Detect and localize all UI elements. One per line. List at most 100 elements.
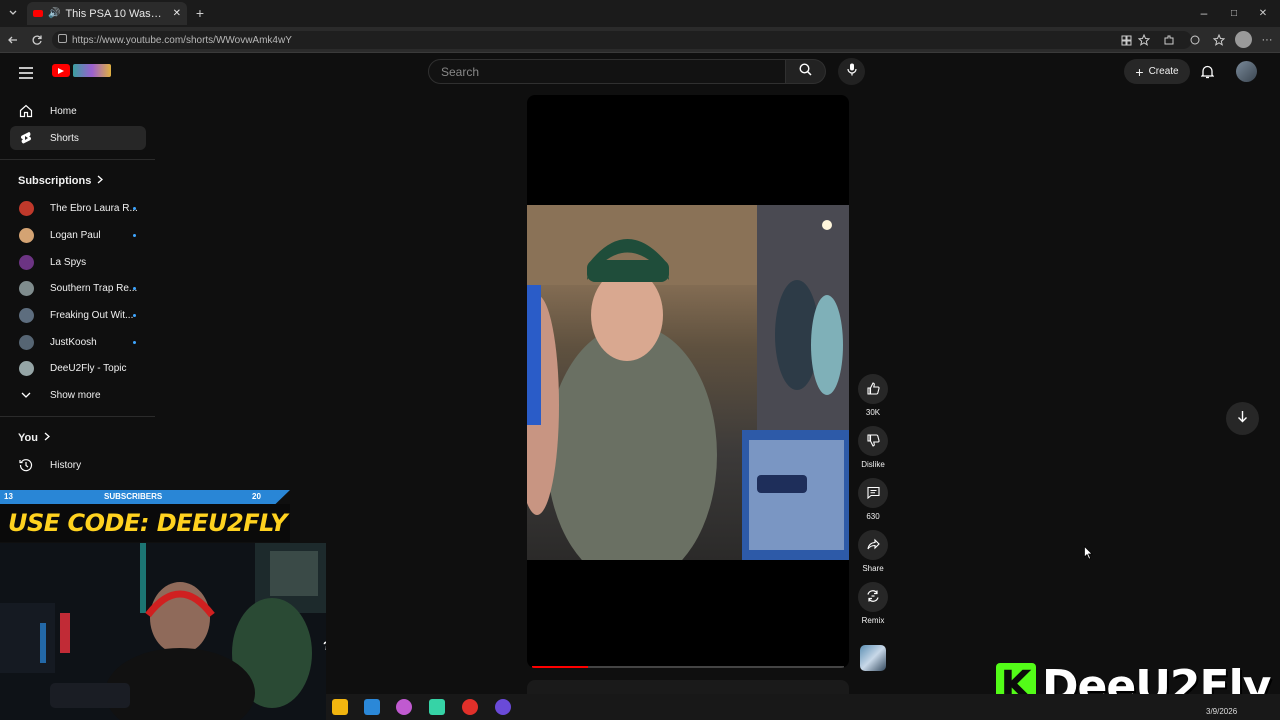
profile-avatar[interactable] — [1235, 31, 1252, 48]
browser-address-bar: https://www.youtube.com/shorts/WWovwAmk4… — [0, 27, 1280, 53]
sidebar-sub-deeu2fly-topic[interactable]: DeeU2Fly - Topic — [10, 356, 146, 380]
subscriber-count-start: 13 — [4, 492, 13, 501]
sidebar-sub-la-spys[interactable]: La Spys — [10, 250, 146, 274]
app-available-icon[interactable] — [1118, 32, 1134, 48]
comments-button[interactable]: 630 — [857, 478, 889, 521]
video-progress-fill — [532, 666, 589, 668]
subscriptions-title: Subscriptions — [18, 175, 92, 187]
os-taskbar: 3/9/2026 — [326, 694, 1280, 720]
discord-icon[interactable] — [495, 699, 511, 715]
audio-playing-icon[interactable]: 🔊 — [48, 8, 60, 19]
chevron-right-icon — [44, 432, 50, 444]
sidebar-item-shorts[interactable]: Shorts — [10, 126, 146, 150]
site-info-icon[interactable] — [58, 34, 67, 43]
sidebar-item-label: Home — [50, 105, 77, 117]
url-text: https://www.youtube.com/shorts/WWovwAmk4… — [72, 34, 292, 46]
channel-avatar — [19, 307, 34, 323]
favorites-icon[interactable] — [1211, 32, 1227, 48]
streaming-app-icon[interactable] — [462, 699, 478, 715]
outlook-icon[interactable] — [364, 699, 380, 715]
sidebar-sub-ebro[interactable]: The Ebro Laura R... — [10, 196, 146, 220]
sidebar-item-label: Freaking Out Wit... — [50, 309, 134, 321]
channel-avatar — [19, 200, 34, 216]
you-title: You — [18, 432, 38, 444]
favorite-star-icon[interactable] — [1136, 32, 1152, 48]
share-icon — [866, 538, 880, 553]
shorts-icon — [18, 130, 34, 146]
doodle-logo-icon — [73, 64, 111, 77]
settings-more-icon[interactable]: ··· — [1259, 32, 1275, 48]
search-input[interactable]: Search — [428, 59, 786, 84]
overlay-question-mark: ? — [323, 639, 326, 653]
browser-tab-bar: 🔊 This PSA 10 Wasn't A 10? - YouTube ✕ +… — [0, 0, 1280, 27]
url-input[interactable]: https://www.youtube.com/shorts/WWovwAmk4… — [52, 31, 1192, 49]
tab-list-icon[interactable] — [5, 5, 21, 21]
notifications-bell-icon[interactable] — [1200, 65, 1215, 84]
close-tab-icon[interactable]: ✕ — [173, 8, 181, 19]
remix-button[interactable]: Remix — [857, 582, 889, 625]
sidebar-sub-freaking-out[interactable]: Freaking Out Wit... — [10, 303, 146, 327]
maximize-button[interactable]: □ — [1226, 5, 1242, 21]
webcam-scene-image — [0, 543, 326, 720]
search-icon — [799, 62, 812, 81]
sidebar-sub-logan-paul[interactable]: Logan Paul — [10, 223, 146, 247]
search-button[interactable] — [786, 59, 826, 84]
sidebar-item-label: Show more — [50, 389, 101, 401]
sound-thumbnail[interactable] — [860, 645, 886, 671]
music-app-icon[interactable] — [396, 699, 412, 715]
sidebar-item-history[interactable]: History — [10, 453, 146, 477]
sidebar-sub-justkoosh[interactable]: JustKoosh — [10, 330, 146, 354]
home-icon — [18, 103, 34, 119]
subscriber-goal-target: 20 — [252, 492, 261, 501]
chevron-down-icon — [18, 387, 34, 403]
youtube-logo[interactable] — [52, 64, 111, 77]
subscriptions-header[interactable]: Subscriptions — [18, 175, 104, 187]
sidebar-item-label: Southern Trap Re... — [50, 282, 138, 294]
taskbar-date: 3/9/2026 — [1206, 707, 1238, 716]
like-count: 30K — [865, 408, 881, 417]
minimize-button[interactable]: – — [1196, 5, 1212, 21]
share-button[interactable]: Share — [857, 530, 889, 573]
sidebar-item-label: The Ebro Laura R... — [50, 202, 138, 214]
reload-icon[interactable] — [29, 32, 45, 48]
shorts-video-player[interactable] — [527, 95, 849, 668]
like-button[interactable]: 30K — [857, 374, 889, 417]
browser-essentials-icon[interactable] — [1187, 32, 1203, 48]
microphone-icon — [846, 63, 857, 81]
new-content-dot — [133, 340, 136, 344]
dislike-button[interactable]: Dislike — [857, 426, 889, 469]
sidebar-divider — [0, 416, 155, 417]
chat-app-icon[interactable] — [429, 699, 445, 715]
voice-search-button[interactable] — [838, 58, 865, 85]
sidebar-item-label: La Spys — [50, 256, 87, 268]
channel-avatar — [19, 227, 34, 243]
remix-icon — [866, 589, 880, 605]
video-progress-bar[interactable] — [532, 666, 844, 668]
streamer-webcam: ? — [0, 543, 326, 720]
new-content-dot — [133, 233, 136, 237]
account-avatar[interactable] — [1236, 61, 1257, 82]
sidebar-item-label: DeeU2Fly - Topic — [50, 362, 127, 374]
sidebar-item-label: JustKoosh — [50, 336, 97, 348]
file-explorer-icon[interactable] — [332, 699, 348, 715]
share-label: Share — [862, 564, 884, 573]
dislike-label: Dislike — [861, 460, 885, 469]
subscriber-goal-bar: 13 SUBSCRIBERS 20 — [0, 490, 290, 504]
create-button[interactable]: + Create — [1124, 59, 1190, 84]
sidebar-sub-southern-trap[interactable]: Southern Trap Re... — [10, 276, 146, 300]
close-window-button[interactable]: ✕ — [1255, 5, 1271, 21]
back-icon[interactable] — [5, 32, 21, 48]
extensions-icon[interactable] — [1161, 32, 1177, 48]
new-content-dot — [133, 313, 136, 317]
new-tab-button[interactable]: + — [192, 5, 208, 21]
you-header[interactable]: You — [18, 432, 50, 444]
sidebar-item-home[interactable]: Home — [10, 99, 146, 123]
sidebar-divider — [0, 159, 155, 160]
plus-icon: + — [1135, 63, 1144, 80]
arrow-down-icon — [1237, 410, 1248, 428]
next-video-button[interactable] — [1226, 402, 1259, 435]
sidebar-show-more[interactable]: Show more — [10, 383, 146, 407]
subscriber-goal-label: SUBSCRIBERS — [104, 492, 163, 501]
browser-tab[interactable]: 🔊 This PSA 10 Wasn't A 10? - YouTube ✕ — [27, 2, 187, 25]
menu-icon[interactable] — [19, 66, 33, 84]
